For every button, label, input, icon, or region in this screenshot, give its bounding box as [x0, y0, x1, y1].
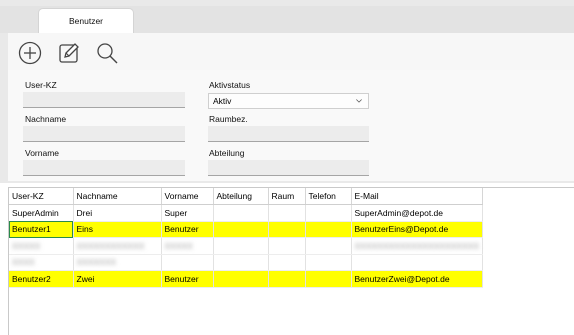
cell-nachname[interactable]: Zwei — [73, 270, 162, 288]
cell-nachname[interactable]: XXXXXXXXXXXX — [73, 237, 162, 255]
cell-user-kz[interactable]: SuperAdmin — [9, 204, 74, 222]
table-row[interactable]: XXXXX XXXXXXXXXXXX XXXXX XXXXXXXXXXXXXXX… — [9, 237, 484, 255]
user-kz-label: User-KZ — [25, 80, 57, 90]
cell-vorname[interactable]: Benutzer — [161, 221, 214, 238]
cell-vorname[interactable]: XXXXX — [161, 237, 214, 255]
cell-abteilung[interactable] — [213, 204, 269, 222]
abteilung-field[interactable] — [208, 160, 369, 176]
cell-raum[interactable] — [268, 270, 306, 288]
add-button[interactable] — [16, 39, 44, 67]
cell-abteilung[interactable] — [213, 270, 269, 288]
chevron-down-icon — [356, 99, 362, 103]
cell-user-kz[interactable]: Benutzer1 — [9, 221, 74, 238]
aktivstatus-label: Aktivstatus — [209, 80, 251, 90]
user-table: User-KZ Nachname Vorname Abteilung Raum … — [9, 188, 484, 288]
column-header-telefon[interactable]: Telefon — [305, 188, 352, 205]
search-icon — [97, 43, 118, 64]
edit-button[interactable] — [55, 39, 83, 67]
abteilung-label: Abteilung — [209, 148, 245, 158]
nachname-label: Nachname — [25, 114, 67, 124]
cell-nachname[interactable]: XXXXXXX — [73, 254, 162, 271]
plus-circle-icon — [18, 41, 42, 65]
table-row[interactable]: Benutzer1 Eins Benutzer BenutzerEins@Dep… — [9, 221, 484, 238]
cell-abteilung[interactable] — [213, 254, 269, 271]
raumbez-label: Raumbez. — [209, 114, 248, 124]
cell-email[interactable]: SuperAdmin@depot.de — [351, 204, 484, 222]
user-kz-field[interactable] — [23, 92, 185, 108]
column-header-email[interactable]: E-Mail — [351, 188, 484, 205]
cell-raum[interactable] — [268, 204, 306, 222]
cell-nachname[interactable]: Eins — [73, 221, 162, 238]
cell-telefon[interactable] — [305, 221, 352, 238]
cell-email[interactable]: BenutzerZwei@Depot.de — [351, 270, 484, 288]
cell-abteilung[interactable] — [213, 237, 269, 255]
cell-vorname[interactable]: Super — [161, 204, 214, 222]
cell-raum[interactable] — [268, 237, 306, 255]
cell-user-kz[interactable]: XXXX — [9, 254, 74, 271]
cell-email[interactable]: XXXXXXXXXXXXXXXXXXXXXX — [351, 237, 484, 255]
table-row[interactable]: Benutzer2 Zwei Benutzer BenutzerZwei@Dep… — [9, 270, 484, 288]
user-grid: User-KZ Nachname Vorname Abteilung Raum … — [8, 187, 574, 335]
nachname-field[interactable] — [23, 126, 185, 142]
cell-user-kz[interactable]: XXXXX — [9, 237, 74, 255]
column-header-raum[interactable]: Raum — [268, 188, 306, 205]
cell-vorname[interactable]: Benutzer — [161, 270, 214, 288]
cell-user-kz[interactable]: Benutzer2 — [9, 270, 74, 288]
column-header-user-kz[interactable]: User-KZ — [9, 188, 74, 205]
aktivstatus-value: Aktiv — [213, 96, 232, 106]
column-header-abteilung[interactable]: Abteilung — [213, 188, 269, 205]
cell-telefon[interactable] — [305, 237, 352, 255]
vorname-field[interactable] — [23, 160, 185, 176]
cell-raum[interactable] — [268, 221, 306, 238]
table-header-row: User-KZ Nachname Vorname Abteilung Raum … — [9, 188, 484, 205]
table-row[interactable]: SuperAdmin Drei Super SuperAdmin@depot.d… — [9, 204, 484, 222]
cell-vorname[interactable] — [161, 254, 214, 271]
raumbez-field[interactable] — [208, 126, 369, 142]
column-header-vorname[interactable]: Vorname — [161, 188, 214, 205]
cell-nachname[interactable]: Drei — [73, 204, 162, 222]
cell-telefon[interactable] — [305, 254, 352, 271]
search-button[interactable] — [93, 39, 121, 67]
table-row[interactable]: XXXX XXXXXXX — [9, 254, 484, 271]
cell-raum[interactable] — [268, 254, 306, 271]
vorname-label: Vorname — [25, 148, 60, 158]
cell-abteilung[interactable] — [213, 221, 269, 238]
edit-icon — [59, 43, 79, 63]
cell-email[interactable] — [351, 254, 484, 271]
tab-benutzer[interactable]: Benutzer — [38, 8, 134, 33]
aktivstatus-select[interactable]: Aktiv — [208, 93, 369, 109]
cell-telefon[interactable] — [305, 270, 352, 288]
column-header-nachname[interactable]: Nachname — [73, 188, 162, 205]
cell-email[interactable]: BenutzerEins@Depot.de — [351, 221, 484, 238]
cell-telefon[interactable] — [305, 204, 352, 222]
